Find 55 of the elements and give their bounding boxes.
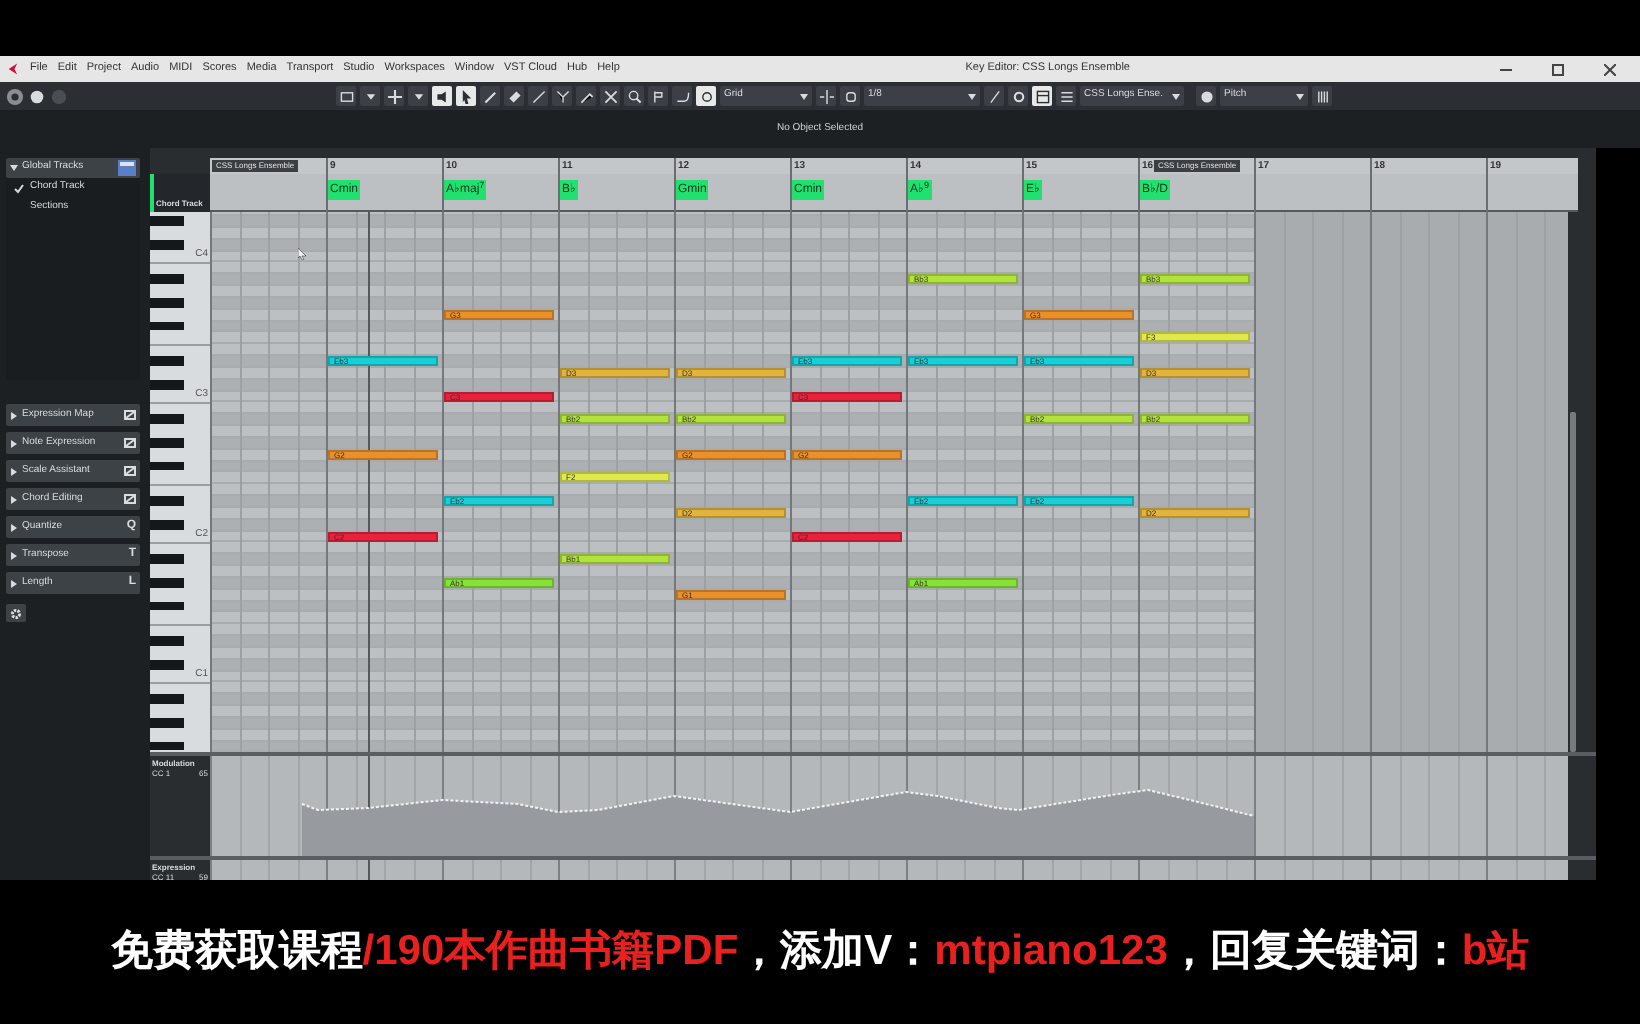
settings-button[interactable] — [6, 604, 26, 622]
app-logo-icon[interactable] — [6, 62, 20, 76]
list-button[interactable] — [1056, 86, 1076, 106]
collapsed-arrow-icon[interactable] — [10, 551, 18, 559]
snap-button[interactable] — [696, 86, 716, 106]
collapsed-arrow-icon[interactable] — [10, 467, 18, 475]
minimize-icon[interactable] — [1500, 63, 1512, 75]
color-tool-button[interactable] — [648, 86, 668, 106]
zoom-tool-button[interactable] — [624, 86, 644, 106]
window-layout-button[interactable] — [336, 86, 356, 106]
section-icon — [124, 466, 136, 476]
record-icon[interactable] — [28, 87, 46, 105]
solo-icon[interactable] — [6, 87, 24, 105]
pencil-tool-button[interactable] — [480, 86, 500, 106]
collapsed-arrow-icon[interactable] — [10, 495, 18, 503]
eraser-tool-button[interactable] — [504, 86, 524, 106]
controller-icon-button[interactable] — [1196, 86, 1216, 106]
caret-icon — [1296, 93, 1304, 99]
curve-tool-button[interactable] — [672, 86, 692, 106]
snap-grid-button[interactable] — [816, 86, 836, 106]
checkmark-icon — [14, 183, 24, 193]
move-tool-button[interactable] — [384, 86, 404, 106]
settings-button[interactable] — [1008, 86, 1028, 106]
close-icon[interactable] — [1604, 63, 1616, 75]
line-tool-button[interactable] — [528, 86, 548, 106]
dropdown-button[interactable] — [360, 86, 380, 106]
ruler[interactable] — [210, 158, 1578, 174]
split-view-button[interactable] — [1032, 86, 1052, 106]
trim-tool-button[interactable] — [576, 86, 596, 106]
scrollbar-thumb[interactable] — [1570, 412, 1576, 752]
section-icon — [124, 494, 136, 504]
speaker-button[interactable] — [432, 86, 452, 106]
caret-icon — [363, 89, 377, 103]
collapsed-arrow-icon[interactable] — [10, 439, 18, 447]
caret-icon — [968, 93, 976, 99]
glue-tool-button[interactable] — [552, 86, 572, 106]
caret-icon — [1172, 93, 1180, 99]
mute-tool-button[interactable] — [600, 86, 620, 106]
caret-icon — [411, 89, 425, 103]
keyboard-button[interactable] — [1312, 86, 1332, 106]
mouse-cursor-icon — [298, 248, 306, 260]
collapsed-arrow-icon[interactable] — [10, 523, 18, 531]
pointer-tool-button[interactable] — [456, 86, 476, 106]
caret-icon — [800, 93, 808, 99]
collapsed-arrow-icon[interactable] — [10, 411, 18, 419]
expanded-arrow-icon[interactable] — [10, 164, 18, 172]
quantize-ratio-button[interactable] — [984, 86, 1004, 106]
dropdown-button[interactable] — [408, 86, 428, 106]
collapsed-arrow-icon[interactable] — [10, 579, 18, 587]
section-icon — [124, 438, 136, 448]
section-icon — [124, 410, 136, 420]
caption-text: 免费获取课程/190本作曲书籍PDF，添加V：mtpiano123，回复关键词：b站 — [110, 926, 1530, 979]
quantize-button[interactable] — [840, 86, 860, 106]
panel-icon[interactable] — [118, 160, 136, 176]
maximize-icon[interactable] — [1552, 63, 1564, 75]
